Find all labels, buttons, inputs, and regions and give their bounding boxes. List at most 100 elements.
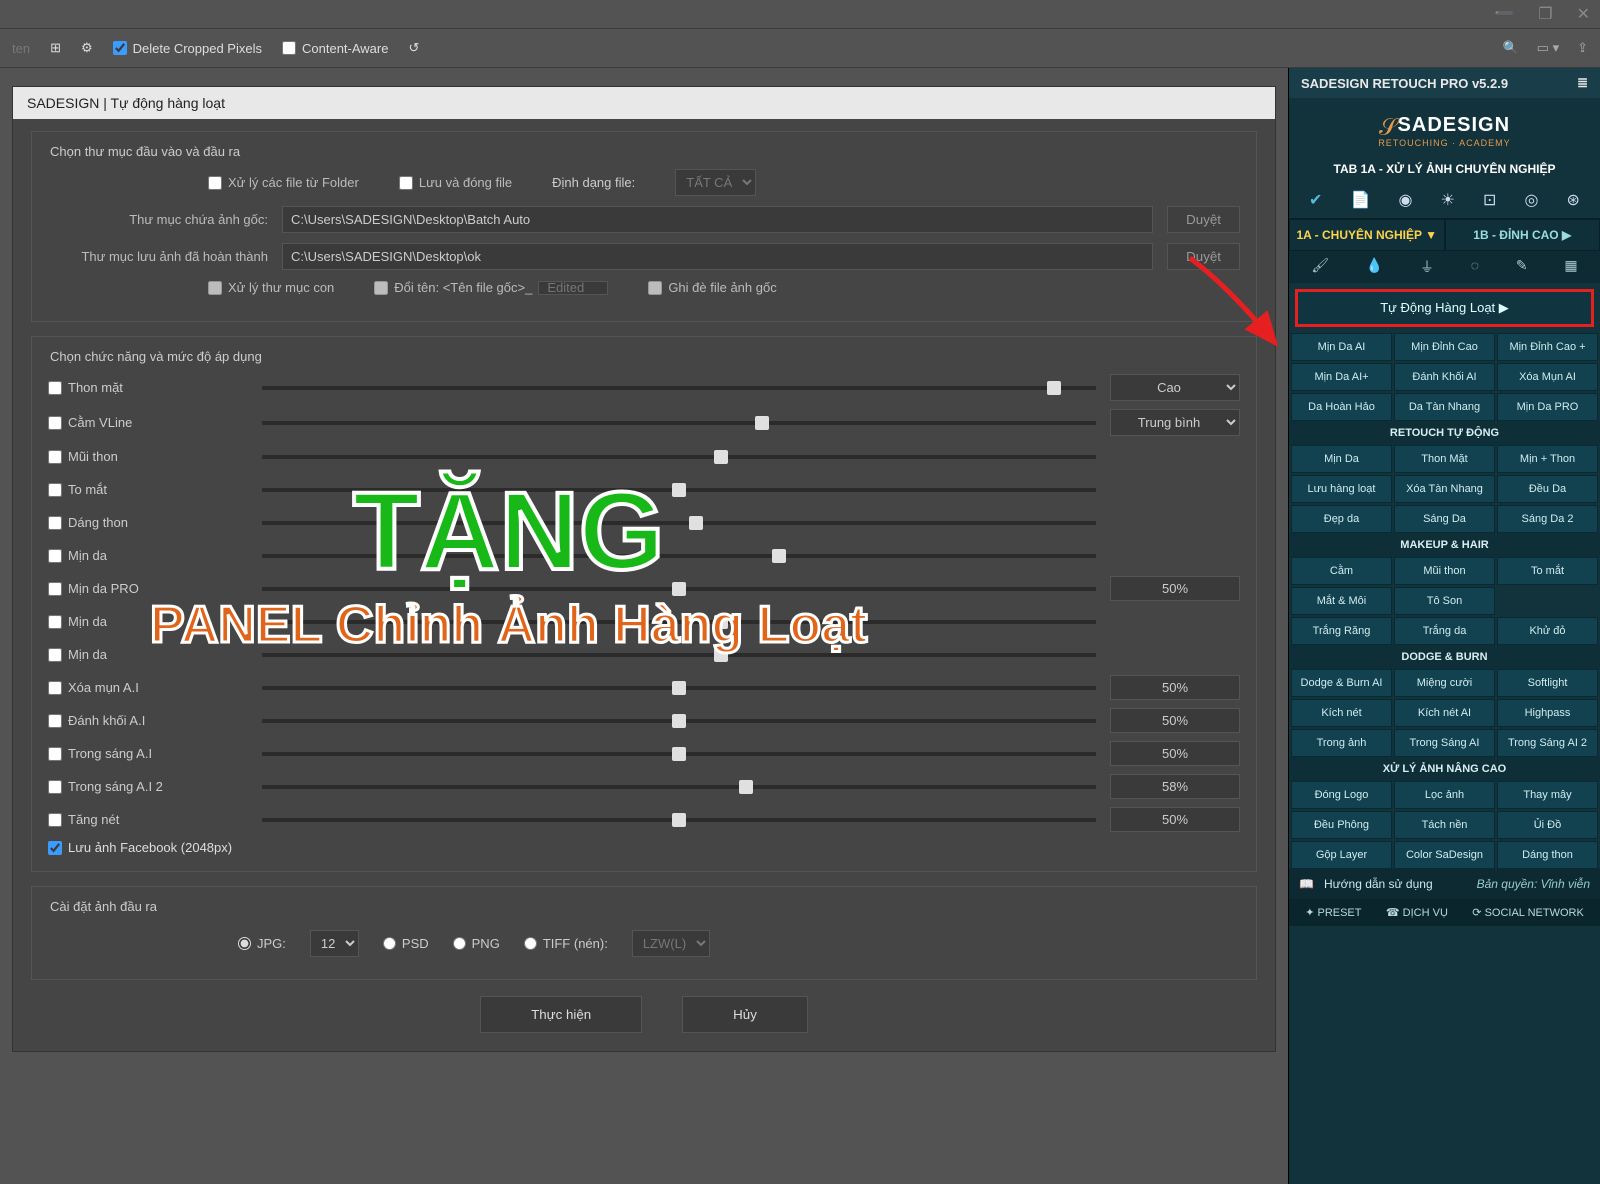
feature-slider[interactable]	[262, 416, 1096, 430]
drop-icon[interactable]: 💧	[1366, 257, 1383, 277]
panel-action-button[interactable]: Lọc ảnh	[1394, 781, 1495, 809]
feature-checkbox[interactable]: Mịn da	[48, 548, 248, 563]
jpg-quality-select[interactable]: 12	[310, 930, 359, 957]
panel-action-button[interactable]: Mịn Đỉnh Cao +	[1497, 333, 1598, 361]
panel-action-button[interactable]: Sáng Da 2	[1497, 505, 1598, 533]
feature-checkbox[interactable]: Mịn da PRO	[48, 581, 248, 596]
globe-icon[interactable]: ⊛	[1567, 190, 1580, 210]
aperture-icon[interactable]: ◉	[1399, 190, 1413, 210]
save-facebook-checkbox[interactable]: Lưu ảnh Facebook (2048px)	[48, 840, 1240, 855]
panel-action-button[interactable]: Đánh Khối AI	[1394, 363, 1495, 391]
feature-slider[interactable]	[262, 615, 1096, 629]
close-icon[interactable]: ✕	[1577, 4, 1590, 24]
feature-checkbox[interactable]: Trong sáng A.I	[48, 746, 248, 761]
overlap-icon[interactable]: ◎	[1524, 190, 1538, 210]
dst-folder-input[interactable]	[282, 243, 1153, 270]
tab-1a-button[interactable]: 1A - CHUYÊN NGHIỆP ▼	[1289, 219, 1445, 251]
feature-checkbox[interactable]: Cằm VLine	[48, 415, 248, 430]
panel-action-button[interactable]: Đều Phông	[1291, 811, 1392, 839]
panel-action-button[interactable]: Miệng cười	[1394, 669, 1495, 697]
panel-action-button[interactable]: Lưu hàng loạt	[1291, 475, 1392, 503]
panel-action-button[interactable]: Tách nền	[1394, 811, 1495, 839]
file-format-select[interactable]: TẤT CẢ	[675, 169, 756, 196]
subfolder-checkbox[interactable]: Xử lý thư mục con	[208, 280, 334, 295]
panel-action-button[interactable]: Sáng Da	[1394, 505, 1495, 533]
feature-checkbox[interactable]: Dáng thon	[48, 515, 248, 530]
panel-action-button[interactable]: Đẹp da	[1291, 505, 1392, 533]
maximize-icon[interactable]: ❐	[1538, 4, 1552, 24]
doc-icon[interactable]: 📄	[1351, 190, 1371, 210]
feature-level-select[interactable]: Cao	[1110, 374, 1240, 401]
share-icon[interactable]: ⇪	[1577, 40, 1588, 56]
feature-slider[interactable]	[262, 483, 1096, 497]
png-radio[interactable]: PNG	[453, 936, 500, 951]
panel-action-button[interactable]: Trong ảnh	[1291, 729, 1392, 757]
panel-action-button[interactable]: Khử đỏ	[1497, 617, 1598, 645]
feature-slider[interactable]	[262, 648, 1096, 662]
panel-action-button[interactable]: Trong Sáng AI	[1394, 729, 1495, 757]
rename-suffix-input[interactable]	[538, 281, 608, 295]
panel-action-button[interactable]: Mịn Da AI	[1291, 333, 1392, 361]
panel-action-button[interactable]: Trắng Răng	[1291, 617, 1392, 645]
feature-slider[interactable]	[262, 813, 1096, 827]
execute-button[interactable]: Thực hiện	[480, 996, 642, 1033]
auto-batch-button[interactable]: Tự Động Hàng Loạt ▶	[1295, 289, 1594, 327]
cancel-button[interactable]: Hủy	[682, 996, 808, 1033]
panel-action-button[interactable]: Mắt & Môi	[1291, 587, 1392, 615]
feature-checkbox[interactable]: Mũi thon	[48, 449, 248, 464]
feature-checkbox[interactable]: To mắt	[48, 482, 248, 497]
feature-checkbox[interactable]: Mịn da	[48, 614, 248, 629]
grid-icon[interactable]: ⊞	[50, 40, 61, 56]
guide-link[interactable]: Hướng dẫn sử dụng	[1324, 877, 1433, 891]
panel-action-button[interactable]: Tô Son	[1394, 587, 1495, 615]
service-link[interactable]: ☎ DỊCH VỤ	[1386, 906, 1448, 919]
panel-action-button[interactable]: Mịn Da	[1291, 445, 1392, 473]
rename-checkbox[interactable]: Đổi tên: <Tên file gốc>_	[374, 280, 608, 295]
process-folder-checkbox[interactable]: Xử lý các file từ Folder	[208, 175, 359, 190]
social-link[interactable]: ⟳ SOCIAL NETWORK	[1472, 906, 1584, 919]
panel-action-button[interactable]: Dodge & Burn AI	[1291, 669, 1392, 697]
panel-action-button[interactable]: Gộp Layer	[1291, 841, 1392, 869]
panel-menu-icon[interactable]: ≣	[1577, 75, 1588, 91]
preset-link[interactable]: ✦ PRESET	[1305, 906, 1361, 919]
panel-action-button[interactable]: Trắng da	[1394, 617, 1495, 645]
panel-action-button[interactable]: Mịn + Thon	[1497, 445, 1598, 473]
panel-action-button[interactable]: Da Hoàn Hảo	[1291, 393, 1392, 421]
save-close-checkbox[interactable]: Lưu và đóng file	[399, 175, 512, 190]
panel-action-button[interactable]: To mắt	[1497, 557, 1598, 585]
panel-action-button[interactable]: Mịn Da PRO	[1497, 393, 1598, 421]
stamp-icon[interactable]: ⏚	[1420, 257, 1434, 277]
panel-action-button[interactable]: Xóa Tàn Nhang	[1394, 475, 1495, 503]
tiff-radio[interactable]: TIFF (nén):	[524, 936, 608, 951]
feature-checkbox[interactable]: Mịn da	[48, 647, 248, 662]
panel-action-button[interactable]: Đóng Logo	[1291, 781, 1392, 809]
feature-checkbox[interactable]: Thon mặt	[48, 380, 248, 395]
psd-radio[interactable]: PSD	[383, 936, 429, 951]
delete-cropped-checkbox[interactable]: Delete Cropped Pixels	[113, 41, 262, 56]
minimize-icon[interactable]: ➖	[1494, 4, 1514, 24]
jpg-radio[interactable]: JPG:	[238, 936, 286, 951]
feature-checkbox[interactable]: Trong sáng A.I 2	[48, 779, 248, 794]
feature-slider[interactable]	[262, 516, 1096, 530]
book-icon[interactable]: 📖	[1299, 877, 1314, 891]
panel-action-button[interactable]: Kích nét AI	[1394, 699, 1495, 727]
feature-slider[interactable]	[262, 747, 1096, 761]
panel-action-button[interactable]: Cằm	[1291, 557, 1392, 585]
brush-icon[interactable]: ✔	[1309, 190, 1322, 210]
search-icon[interactable]: 🔍	[1502, 40, 1518, 56]
feature-slider[interactable]	[262, 681, 1096, 695]
browse-dst-button[interactable]: Duyệt	[1167, 243, 1240, 270]
brush2-icon[interactable]: 🖌	[1311, 257, 1329, 277]
panel-action-button[interactable]: Xóa Mụn AI	[1497, 363, 1598, 391]
panel-action-button[interactable]: Đều Da	[1497, 475, 1598, 503]
feature-slider[interactable]	[262, 450, 1096, 464]
feature-checkbox[interactable]: Đánh khối A.I	[48, 713, 248, 728]
panel-action-button[interactable]: Softlight	[1497, 669, 1598, 697]
gear-icon[interactable]: ⚙	[81, 40, 93, 56]
tab-1b-button[interactable]: 1B - ĐỈNH CAO ▶	[1445, 219, 1600, 251]
panel-action-button[interactable]: Dáng thon	[1497, 841, 1598, 869]
heal-icon[interactable]: ◌	[1471, 257, 1479, 277]
tiff-compression-select[interactable]: LZW(L)	[632, 930, 710, 957]
brightness-icon[interactable]: ☀	[1441, 190, 1455, 210]
feature-checkbox[interactable]: Tăng nét	[48, 812, 248, 827]
